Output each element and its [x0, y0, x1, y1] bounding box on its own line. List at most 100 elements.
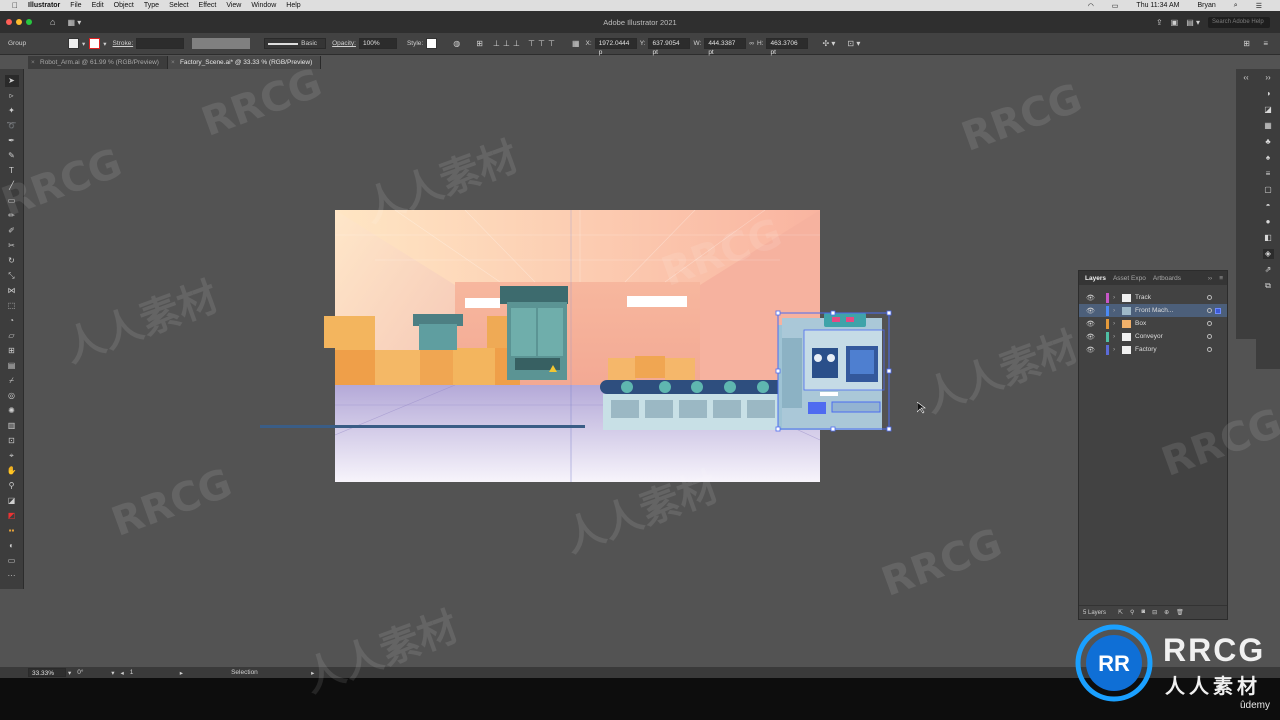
artboards-panel-icon[interactable]: ⧉ [1263, 281, 1274, 291]
appearance-panel-icon[interactable]: ● [1263, 217, 1274, 227]
visibility-eye-icon[interactable]: 👁 [1086, 294, 1096, 302]
graphic-styles-panel-icon[interactable]: ◧ [1263, 233, 1274, 243]
scale-tool-icon[interactable]: ⤡ [5, 270, 19, 282]
menubar-user[interactable]: Bryan [1198, 2, 1216, 9]
zoom-dropdown-icon[interactable]: ▾ [68, 669, 71, 677]
new-sublayer-icon[interactable]: ⊟ [1152, 609, 1157, 616]
panel-collapse-icon[interactable]: ›› [1208, 275, 1212, 282]
layer-name[interactable]: Front Mach... [1135, 307, 1173, 314]
w-field[interactable]: 444.3387 pt [704, 38, 747, 56]
zoom-tool-icon[interactable]: ⚲ [5, 480, 19, 492]
swatches-panel-icon[interactable]: ▦ [1263, 121, 1274, 131]
visibility-eye-icon[interactable]: 👁 [1086, 307, 1096, 315]
scissors-tool-icon[interactable]: ✂ [5, 240, 19, 252]
color-panel-icon[interactable]: ◑ [1263, 89, 1274, 99]
direct-selection-tool-icon[interactable]: ▹ [5, 90, 19, 102]
menu-help[interactable]: Help [286, 2, 300, 9]
brush-definition[interactable]: Basic [264, 38, 327, 49]
gradient-panel-icon[interactable]: ▢ [1263, 185, 1274, 195]
isolate-group-icon[interactable]: ⊡ ▾ [847, 39, 860, 48]
mesh-tool-icon[interactable]: ⊞ [5, 345, 19, 357]
battery-icon[interactable]: ▭ [1112, 2, 1119, 10]
shaper-tool-icon[interactable]: ✐ [5, 225, 19, 237]
help-search-input[interactable]: Search Adobe Help [1208, 16, 1270, 28]
stroke-label[interactable]: Stroke: [113, 40, 134, 47]
spotlight-icon[interactable]: ⌕ [1234, 2, 1238, 10]
front-machine-selection[interactable] [774, 308, 894, 434]
visibility-eye-icon[interactable]: 👁 [1086, 346, 1096, 354]
gradient-tool-icon[interactable]: ▤ [5, 360, 19, 372]
align-icons[interactable]: ⊥⊥⊥ ⊤⊤⊤ [493, 39, 558, 48]
menu-object[interactable]: Object [114, 2, 134, 9]
panel-expand-icon[interactable]: ›› [1263, 73, 1274, 83]
screen-mode-icon[interactable]: ▭ [5, 555, 19, 567]
variable-width-profile[interactable] [192, 38, 251, 49]
expand-caret-icon[interactable]: › [1113, 346, 1119, 353]
menu-window[interactable]: Window [251, 2, 276, 9]
graphic-style-swatch[interactable] [426, 38, 438, 49]
menu-type[interactable]: Type [144, 2, 159, 9]
align-to-icon[interactable]: ⊞ [476, 39, 483, 48]
opacity-field[interactable]: 100% [358, 38, 397, 49]
export-icon[interactable]: ⇱ [1118, 609, 1123, 616]
type-tool-icon[interactable]: T [5, 165, 19, 177]
column-graph-tool-icon[interactable]: ▥ [5, 420, 19, 432]
panel-menu-icon[interactable]: ≡ [1263, 39, 1268, 48]
symbols-panel-icon[interactable]: ♠ [1263, 153, 1274, 163]
next-artboard-icon[interactable]: ▸ [180, 669, 183, 677]
rotation-field[interactable]: 0° [77, 669, 111, 676]
zoom-field[interactable]: 33.33% [28, 668, 66, 677]
arrange-icon[interactable]: ⊞ [1243, 39, 1250, 48]
target-circle-icon[interactable] [1207, 295, 1212, 300]
selection-indicator[interactable] [1215, 307, 1221, 314]
artboard-tool-icon[interactable]: ⊡ [5, 435, 19, 447]
blend-tool-icon[interactable]: ◎ [5, 390, 19, 402]
fill-dropdown-icon[interactable]: ▾ [82, 40, 85, 48]
apple-icon[interactable]:  [12, 1, 18, 10]
layer-row-conveyor[interactable]: 👁 › Conveyor [1079, 330, 1227, 343]
new-layer-icon[interactable]: ⊕ [1164, 609, 1169, 616]
eyedropper-tool-icon[interactable]: ⌿ [5, 375, 19, 387]
y-field[interactable]: 637.9054 pt [648, 38, 691, 56]
menu-effect[interactable]: Effect [199, 2, 217, 9]
panel-menu-icon[interactable]: ≡ [1219, 275, 1223, 282]
brushes-panel-icon[interactable]: ♣ [1263, 137, 1274, 147]
recolor-icon[interactable]: ◍ [453, 39, 460, 48]
expand-caret-icon[interactable]: › [1113, 320, 1119, 327]
asset-export-panel-icon[interactable]: ⇗ [1263, 265, 1274, 275]
tab-asset-export[interactable]: Asset Expo [1113, 275, 1146, 282]
menu-app-name[interactable]: Illustrator [28, 2, 60, 9]
transparency-panel-icon[interactable]: ◓ [1263, 201, 1274, 211]
tab-layers[interactable]: Layers [1085, 275, 1106, 282]
arrange-docs-icon[interactable]: ▣ [1171, 18, 1179, 27]
share-icon[interactable]: ⇪ [1156, 18, 1163, 27]
layer-row-track[interactable]: 👁 › Track [1079, 291, 1227, 304]
constrain-proportions-icon[interactable]: ∞ [749, 40, 754, 47]
rotation-dropdown-icon[interactable]: ▾ [111, 669, 114, 677]
shape-builder-tool-icon[interactable]: ◔ [5, 315, 19, 327]
lasso-tool-icon[interactable]: ➰ [5, 120, 19, 132]
stroke-dropdown-icon[interactable]: ▾ [103, 40, 106, 48]
transform-reference-icon[interactable]: ▦ [572, 39, 580, 48]
line-tool-icon[interactable]: ╱ [5, 180, 19, 192]
layer-row-factory[interactable]: 👁 › Factory [1079, 343, 1227, 356]
opacity-label[interactable]: Opacity: [332, 40, 356, 47]
menu-view[interactable]: View [226, 2, 241, 9]
layer-row-box[interactable]: 👁 › Box [1079, 317, 1227, 330]
wifi-icon[interactable]: ◠ [1088, 2, 1094, 10]
selection-tool-icon[interactable]: ➤ [4, 75, 19, 87]
paintbrush-tool-icon[interactable]: ✏ [5, 210, 19, 222]
rotate-tool-icon[interactable]: ↻ [5, 255, 19, 267]
artboard-number[interactable]: 1 [130, 669, 180, 676]
target-circle-icon[interactable] [1207, 347, 1212, 352]
edit-toolbar-icon[interactable]: ··· [5, 570, 19, 582]
slice-tool-icon[interactable]: ⌖ [5, 450, 19, 462]
panel-collapse-icon[interactable]: ‹‹ [1241, 73, 1252, 83]
locate-object-icon[interactable]: ⚲ [1130, 609, 1134, 616]
stroke-weight-field[interactable] [136, 38, 185, 49]
x-field[interactable]: 1972.0444 p [594, 38, 637, 56]
color-guide-icon[interactable]: ◪ [1263, 105, 1274, 115]
transform-icon[interactable]: ✣ ▾ [822, 39, 835, 48]
layer-row-front-machine[interactable]: 👁 › Front Mach... [1079, 304, 1227, 317]
fill-stroke-icon[interactable]: ◩ [5, 510, 19, 522]
